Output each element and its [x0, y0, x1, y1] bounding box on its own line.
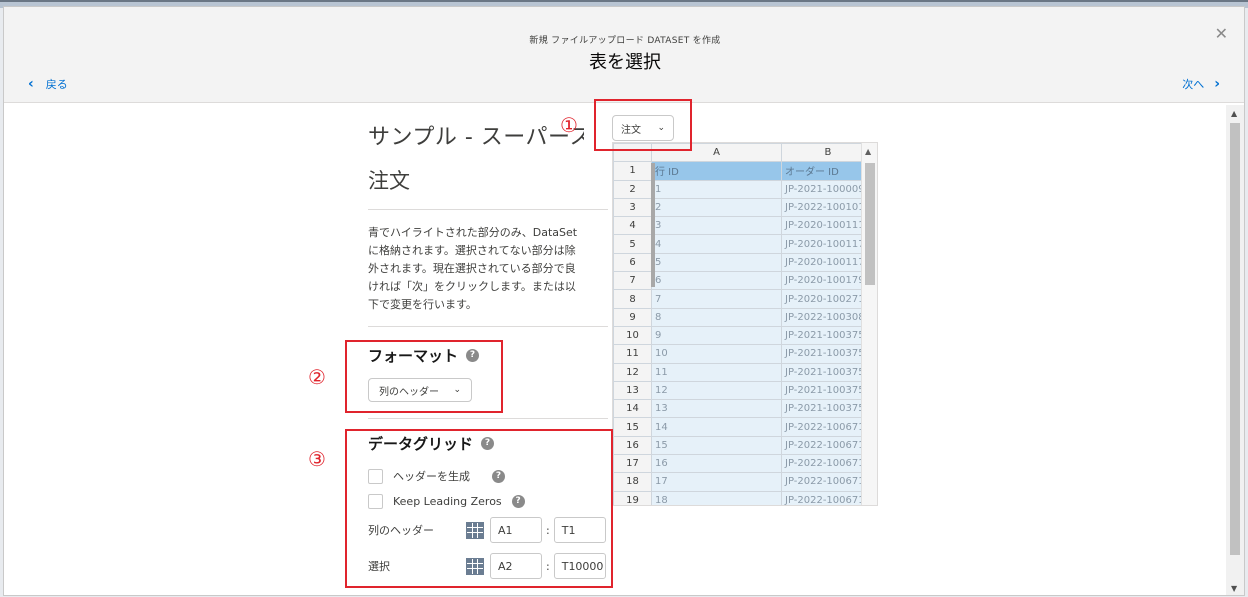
- divider: [368, 209, 608, 210]
- row-number[interactable]: 16: [613, 435, 652, 456]
- cell-a[interactable]: 10: [651, 344, 782, 364]
- selection-edge-handle[interactable]: [651, 163, 655, 287]
- row-number[interactable]: 4: [613, 216, 652, 236]
- cell-a[interactable]: 6: [651, 271, 782, 291]
- scroll-up-icon[interactable]: ▲: [865, 147, 871, 156]
- scrollbar-thumb[interactable]: [1230, 123, 1240, 555]
- cell-a[interactable]: 3: [651, 216, 782, 236]
- cell-a[interactable]: 1: [651, 179, 782, 199]
- table-row: 15 14 JP-2022-1006711: [613, 417, 875, 437]
- next-label: 次へ: [1182, 78, 1205, 91]
- annotation-number-3: ③: [308, 447, 326, 471]
- sheet-name: 注文: [368, 169, 410, 193]
- cell-a[interactable]: 15: [651, 435, 782, 456]
- create-dataset-modal: 新規 ファイルアップロード DATASET を作成 表を選択 ✕ ‹ 戻る 次へ ›…: [3, 6, 1245, 596]
- row-number[interactable]: 3: [613, 197, 652, 218]
- scrollbar-thumb[interactable]: [865, 163, 875, 285]
- cell-a[interactable]: 7: [651, 289, 782, 309]
- spreadsheet-preview[interactable]: A B 1行 ID オーダー ID 2 1 JP-2021-1000095 3 2 JP-20…: [612, 142, 878, 506]
- modal-header: 新規 ファイルアップロード DATASET を作成 表を選択 ✕ ‹ 戻る 次へ ›: [4, 7, 1244, 103]
- back-button[interactable]: ‹ 戻る: [28, 76, 68, 92]
- row-number[interactable]: 18: [613, 472, 652, 492]
- table-row: 19 18 JP-2022-1006711: [613, 490, 875, 505]
- divider: [368, 326, 608, 327]
- table-row: 18 17 JP-2022-1006711: [613, 472, 875, 492]
- row-number[interactable]: 11: [613, 344, 652, 364]
- cell-a[interactable]: 13: [651, 399, 782, 419]
- scroll-down-icon[interactable]: ▼: [1231, 584, 1237, 593]
- table-row: 11 10 JP-2021-1003758: [613, 344, 875, 364]
- table-row: 17 16 JP-2022-1006711: [613, 454, 875, 474]
- background-window-bar: [0, 0, 1248, 2]
- modal-title: 表を選択: [589, 52, 661, 73]
- modal-scrollbar[interactable]: ▲ ▼: [1226, 105, 1244, 595]
- annotation-box-2: [345, 340, 503, 413]
- row-number[interactable]: 17: [613, 454, 652, 474]
- annotation-box-3: [345, 429, 613, 588]
- chevron-left-icon: ‹: [28, 76, 34, 92]
- table-row: 16 15 JP-2022-1006711: [613, 435, 875, 456]
- row-number[interactable]: 19: [613, 490, 652, 505]
- table-row: 10 9 JP-2021-1003758: [613, 325, 875, 346]
- modal-subtitle: 新規 ファイルアップロード DATASET を作成: [529, 36, 721, 46]
- cell-a[interactable]: 14: [651, 417, 782, 437]
- cell-a[interactable]: 12: [651, 380, 782, 401]
- next-button[interactable]: 次へ ›: [1182, 76, 1220, 92]
- cell-a[interactable]: 2: [651, 197, 782, 218]
- cell-a[interactable]: 18: [651, 490, 782, 505]
- row-number[interactable]: 5: [613, 234, 652, 254]
- chevron-right-icon: ›: [1214, 76, 1220, 92]
- annotation-number-1: ①: [560, 113, 578, 137]
- row-number[interactable]: 6: [613, 252, 652, 273]
- annotation-number-2: ②: [308, 365, 326, 389]
- cell-a[interactable]: 行 ID: [651, 161, 782, 181]
- table-row: 8 7 JP-2020-1002711: [613, 289, 875, 309]
- cell-a[interactable]: 8: [651, 307, 782, 327]
- cell-a[interactable]: 11: [651, 362, 782, 382]
- row-number[interactable]: 15: [613, 417, 652, 437]
- row-number[interactable]: 14: [613, 399, 652, 419]
- row-number[interactable]: 1: [613, 161, 652, 181]
- row-number[interactable]: 8: [613, 289, 652, 309]
- description-text: 青でハイライトされた部分のみ、DataSet に格納されます。選択されてない部分…: [368, 226, 578, 311]
- spreadsheet-scrollbar[interactable]: ▲: [861, 143, 877, 505]
- close-icon[interactable]: ✕: [1215, 24, 1228, 43]
- row-number[interactable]: 2: [613, 179, 652, 199]
- row-number[interactable]: 7: [613, 271, 652, 291]
- back-label: 戻る: [45, 78, 68, 91]
- cell-a[interactable]: 17: [651, 472, 782, 492]
- cell-a[interactable]: 5: [651, 252, 782, 273]
- cell-a[interactable]: 9: [651, 325, 782, 346]
- row-number[interactable]: 9: [613, 307, 652, 327]
- row-number[interactable]: 12: [613, 362, 652, 382]
- row-number[interactable]: 10: [613, 325, 652, 346]
- scroll-up-icon[interactable]: ▲: [1231, 109, 1237, 118]
- table-row: 12 11 JP-2021-1003758: [613, 362, 875, 382]
- annotation-box-1: [594, 99, 692, 151]
- table-row: 9 8 JP-2022-1003089: [613, 307, 875, 327]
- cell-a[interactable]: 4: [651, 234, 782, 254]
- cell-a[interactable]: 16: [651, 454, 782, 474]
- dataset-name: サンプル - スーパーストア: [368, 125, 584, 150]
- divider: [368, 418, 608, 419]
- table-row: 14 13 JP-2021-1003758: [613, 399, 875, 419]
- table-row: 13 12 JP-2021-1003758: [613, 380, 875, 401]
- row-number[interactable]: 13: [613, 380, 652, 401]
